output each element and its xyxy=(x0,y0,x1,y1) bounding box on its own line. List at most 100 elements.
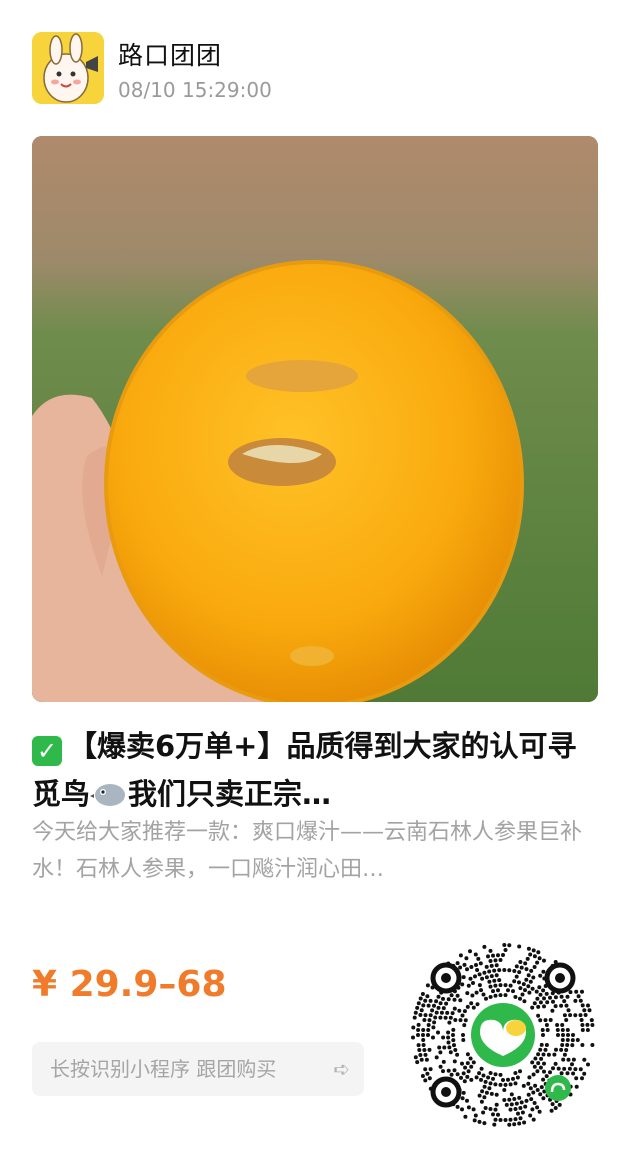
qr-dot xyxy=(473,974,477,979)
qr-dot xyxy=(434,1055,439,1060)
qr-finder-center xyxy=(555,973,565,983)
qr-dot xyxy=(425,1071,430,1076)
qr-dot xyxy=(421,1043,426,1047)
qr-dot xyxy=(498,983,503,988)
qr-dot xyxy=(562,1052,567,1057)
qr-dot xyxy=(451,1027,456,1032)
qr-dot xyxy=(421,1028,426,1032)
qr-dot xyxy=(502,1088,507,1092)
qr-dot xyxy=(549,1108,554,1113)
qr-dot xyxy=(578,1067,583,1072)
qr-dot xyxy=(542,1061,546,1066)
qr-dot xyxy=(502,1098,507,1102)
qr-dot xyxy=(461,1071,466,1076)
qr-dot xyxy=(438,1050,443,1055)
qr-dot xyxy=(423,1078,428,1083)
qr-dot xyxy=(533,1083,538,1088)
qr-dot xyxy=(438,1015,443,1020)
qr-dot xyxy=(532,1001,537,1006)
qr-dot xyxy=(526,984,531,989)
qr-dot xyxy=(533,1056,538,1061)
qr-dot xyxy=(535,1105,540,1110)
qr-dot xyxy=(507,943,512,948)
qr-dot xyxy=(585,1028,590,1032)
qr-dot xyxy=(514,1101,519,1106)
qr-dot xyxy=(539,1085,544,1090)
qr-dot xyxy=(421,1033,425,1037)
qr-dot xyxy=(530,986,535,991)
logo-accent xyxy=(506,1020,526,1036)
qr-dot xyxy=(580,989,584,994)
qr-dot xyxy=(502,943,507,947)
qr-dot xyxy=(446,1035,451,1040)
qr-dot xyxy=(482,944,487,949)
qr-dot xyxy=(461,1033,465,1037)
qr-dot xyxy=(506,988,510,993)
qr-dot xyxy=(438,1064,443,1069)
qr-dot xyxy=(566,1057,571,1062)
qr-dot xyxy=(562,999,567,1004)
qr-dot xyxy=(548,1018,553,1022)
qr-dot xyxy=(562,1013,567,1018)
qr-dot xyxy=(565,994,570,999)
qr-dot xyxy=(522,999,527,1004)
qr-dot xyxy=(416,1022,421,1027)
mini-program-cta[interactable]: 长按识别小程序 跟团购买 ➪ xyxy=(32,1042,364,1096)
qr-dot xyxy=(571,1033,575,1037)
qr-dot xyxy=(541,1077,546,1082)
product-title[interactable]: ✓ 【爆卖6万单+】品质得到大家的认可寻觅鸟 我们只卖正宗… xyxy=(32,722,598,818)
qr-dot xyxy=(445,1010,450,1015)
qr-dot xyxy=(492,968,497,973)
qr-dot xyxy=(482,1084,487,1089)
shop-name: 路口团团 xyxy=(118,41,223,70)
qr-dot xyxy=(528,979,533,984)
qr-dot xyxy=(553,995,558,1000)
qr-dot xyxy=(526,973,531,978)
qr-dot xyxy=(498,1118,503,1122)
product-image[interactable] xyxy=(32,136,598,702)
qr-dot xyxy=(524,977,529,982)
qr-dot xyxy=(482,1095,487,1100)
cta-label: 长按识别小程序 跟团购买 xyxy=(50,1057,277,1081)
qr-dot xyxy=(561,1057,566,1062)
qr-dot xyxy=(465,967,469,972)
qr-dot xyxy=(546,1052,551,1057)
qr-dot xyxy=(536,1004,541,1009)
qr-dot xyxy=(557,1102,562,1107)
qr-dot xyxy=(568,1013,573,1018)
qr-dot xyxy=(427,1047,432,1052)
qr-dot xyxy=(576,994,581,999)
qr-dot xyxy=(487,969,492,974)
qr-dot xyxy=(484,975,489,980)
qr-dot xyxy=(419,1057,424,1062)
qr-dot xyxy=(512,979,517,984)
mini-program-qr-code[interactable] xyxy=(408,940,598,1130)
qr-dot xyxy=(575,1038,580,1042)
qr-dot xyxy=(426,1023,431,1027)
qr-dot xyxy=(434,1010,439,1015)
avatar[interactable] xyxy=(32,32,104,104)
qr-dot xyxy=(493,983,498,988)
qr-dot xyxy=(560,1023,565,1027)
qr-dot xyxy=(540,1028,545,1032)
qr-dot xyxy=(526,1081,531,1086)
qr-dot xyxy=(449,1072,454,1077)
qr-dot xyxy=(466,983,471,988)
qr-finder-center xyxy=(441,973,451,983)
qr-dot xyxy=(508,1082,513,1087)
qr-dot xyxy=(431,1035,435,1040)
qr-dot xyxy=(580,1076,584,1081)
qr-dot xyxy=(530,1005,535,1010)
qr-dot xyxy=(570,1062,574,1067)
qr-dot xyxy=(461,1038,466,1042)
qr-dot xyxy=(479,988,483,993)
qr-dot xyxy=(474,990,479,995)
qr-dot xyxy=(470,993,475,998)
qr-dot xyxy=(465,1004,470,1009)
qr-dot xyxy=(436,1030,440,1035)
qr-dot xyxy=(426,1033,430,1037)
qr-dot xyxy=(559,1003,564,1008)
qr-dot xyxy=(451,1033,455,1037)
qr-dot xyxy=(428,1067,433,1072)
qr-dot xyxy=(471,1005,476,1010)
